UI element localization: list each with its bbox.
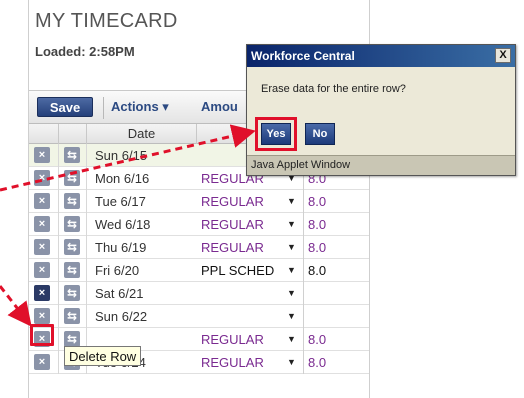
triangle-down-icon[interactable]: ▼ xyxy=(287,282,296,305)
x-icon[interactable]: × xyxy=(34,262,50,278)
row-date: Wed 6/18 xyxy=(95,217,151,232)
row-date: Sun 6/15 xyxy=(95,148,148,163)
add-row-icon[interactable]: ⇆ xyxy=(64,331,80,347)
page-title: MY TIMECARD xyxy=(35,10,178,32)
row-pay-code[interactable]: REGULAR xyxy=(201,236,264,259)
insert-cell: ⇆ xyxy=(59,282,87,305)
loaded-time-label: Loaded: 2:58PM xyxy=(35,44,135,59)
row-amount[interactable]: 8.0 xyxy=(303,213,326,236)
no-button[interactable]: No xyxy=(305,123,335,145)
row-amount[interactable] xyxy=(303,305,308,328)
add-row-icon[interactable]: ⇆ xyxy=(64,239,80,255)
delete-cell: × xyxy=(29,282,59,305)
x-icon[interactable]: × xyxy=(34,308,50,324)
insert-cell: ⇆ xyxy=(59,236,87,259)
x-icon[interactable]: × xyxy=(34,239,50,255)
row-date: Thu 6/19 xyxy=(95,240,147,255)
triangle-down-icon[interactable]: ▼ xyxy=(287,351,296,374)
save-button[interactable]: Save xyxy=(37,97,93,117)
insert-cell: ⇆ xyxy=(59,259,87,282)
row-pay-code[interactable]: REGULAR xyxy=(201,190,264,213)
dialog-title: Workforce Central xyxy=(251,49,355,63)
x-icon[interactable]: × xyxy=(34,354,50,370)
add-row-icon[interactable]: ⇆ xyxy=(64,193,80,209)
row-amount[interactable]: 8.0 xyxy=(303,351,326,374)
row-pay-code[interactable]: REGULAR xyxy=(201,328,264,351)
row-date: Sun 6/22 xyxy=(95,309,148,324)
table-row: × ⇆ Fri 6/20 PPL SCHED ▼ 8.0 xyxy=(29,259,369,282)
add-row-icon[interactable]: ⇆ xyxy=(64,147,80,163)
yes-button[interactable]: Yes xyxy=(261,123,291,145)
table-row: × ⇆ Thu 6/19 REGULAR ▼ 8.0 xyxy=(29,236,369,259)
insert-cell: ⇆ xyxy=(59,305,87,328)
insert-cell: ⇆ xyxy=(59,190,87,213)
row-pay-code[interactable]: PPL SCHED xyxy=(201,259,274,282)
amount-menu[interactable]: Amou xyxy=(201,99,238,114)
actions-menu[interactable]: Actions ▾ xyxy=(111,99,169,115)
delete-cell: × xyxy=(29,213,59,236)
add-row-icon[interactable]: ⇆ xyxy=(64,262,80,278)
row-date: Fri 6/20 xyxy=(95,263,140,278)
delete-cell: × xyxy=(29,236,59,259)
x-icon[interactable]: × xyxy=(34,216,50,232)
dialog-footer: Java Applet Window xyxy=(247,155,515,175)
table-row: × ⇆ Wed 6/18 REGULAR ▼ 8.0 xyxy=(29,213,369,236)
row-pay-code[interactable]: REGULAR xyxy=(201,351,264,374)
table-row: × ⇆ Sat 6/21 ▼ xyxy=(29,282,369,305)
table-row: × ⇆ Tue 6/17 REGULAR ▼ 8.0 xyxy=(29,190,369,213)
insert-cell: ⇆ xyxy=(59,144,87,167)
row-pay-code[interactable]: REGULAR xyxy=(201,213,264,236)
dialog-titlebar: Workforce Central X xyxy=(247,45,515,67)
add-row-icon[interactable]: ⇆ xyxy=(64,170,80,186)
row-amount[interactable]: 8.0 xyxy=(303,190,326,213)
x-icon[interactable]: × xyxy=(34,193,50,209)
triangle-down-icon[interactable]: ▼ xyxy=(287,190,296,213)
row-date: Sat 6/21 xyxy=(95,286,144,301)
add-row-icon[interactable]: ⇆ xyxy=(64,216,80,232)
dialog-button-area: Yes No xyxy=(247,111,515,151)
confirm-dialog: Workforce Central X Erase data for the e… xyxy=(246,44,516,176)
row-amount[interactable] xyxy=(303,282,308,305)
triangle-down-icon[interactable]: ▼ xyxy=(287,236,296,259)
x-icon[interactable]: × xyxy=(34,147,50,163)
delete-cell: × xyxy=(29,351,59,374)
close-icon[interactable]: X xyxy=(495,48,511,63)
dialog-message: Erase data for the entire row? xyxy=(261,83,406,95)
toolbar-divider xyxy=(103,97,104,119)
row-amount[interactable]: 8.0 xyxy=(303,328,326,351)
x-icon[interactable]: × xyxy=(34,285,50,301)
timecard-grid: × ⇆ Sun 6/15 × ⇆ Mon 6/16 REGULAR ▼ 8.0 … xyxy=(29,144,369,374)
header-delete-col xyxy=(29,124,59,144)
insert-cell: ⇆ xyxy=(59,167,87,190)
delete-cell: × xyxy=(29,259,59,282)
triangle-down-icon[interactable]: ▼ xyxy=(287,259,296,282)
delete-row-tooltip: Delete Row xyxy=(64,346,142,366)
delete-cell: × xyxy=(29,144,59,167)
x-icon[interactable]: × xyxy=(34,170,50,186)
row-amount[interactable]: 8.0 xyxy=(303,259,326,282)
delete-row-highlight xyxy=(30,324,54,346)
table-row: × ⇆ Sun 6/22 ▼ xyxy=(29,305,369,328)
row-date: Tue 6/17 xyxy=(95,194,146,209)
add-row-icon[interactable]: ⇆ xyxy=(64,308,80,324)
header-insert-col xyxy=(59,124,87,144)
delete-cell: × xyxy=(29,167,59,190)
add-row-icon[interactable]: ⇆ xyxy=(64,285,80,301)
arrow-to-delete-icon xyxy=(0,285,32,327)
header-date: Date xyxy=(87,124,197,144)
row-amount[interactable]: 8.0 xyxy=(303,236,326,259)
triangle-down-icon[interactable]: ▼ xyxy=(287,305,296,328)
insert-cell: ⇆ xyxy=(59,213,87,236)
triangle-down-icon[interactable]: ▼ xyxy=(287,328,296,351)
triangle-down-icon[interactable]: ▼ xyxy=(287,213,296,236)
delete-cell: × xyxy=(29,190,59,213)
row-date: Mon 6/16 xyxy=(95,171,150,186)
